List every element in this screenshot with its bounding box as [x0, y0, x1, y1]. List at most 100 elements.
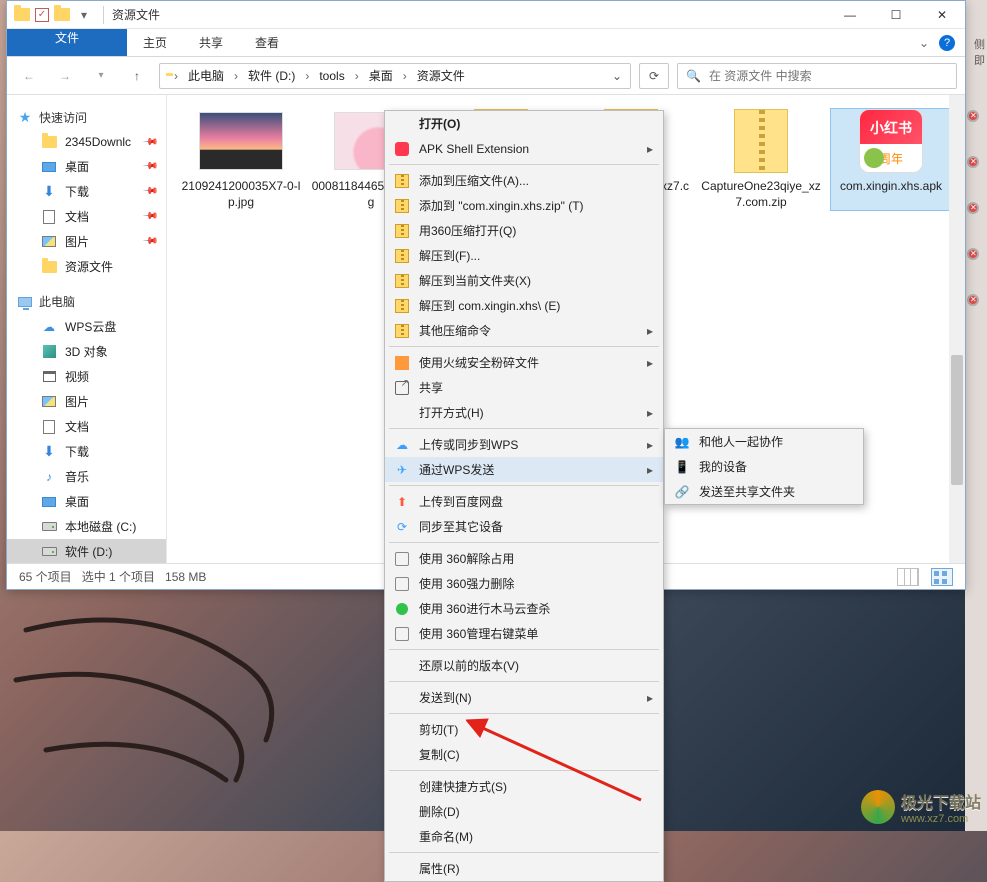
menu-360-manage[interactable]: 使用 360管理右键菜单 [385, 621, 663, 646]
menu-open-with[interactable]: 打开方式(H)▸ [385, 400, 663, 425]
menu-add-zip[interactable]: 添加到压缩文件(A)... [385, 168, 663, 193]
sidebar-item[interactable]: 3D 对象 [7, 339, 166, 364]
menu-label: 共享 [419, 379, 443, 396]
nav-up-button[interactable]: ↑ [123, 62, 151, 90]
menu-360-scan[interactable]: 使用 360进行木马云查杀 [385, 596, 663, 621]
tab-share[interactable]: 共享 [183, 29, 239, 56]
menu-360-release[interactable]: 使用 360解除占用 [385, 546, 663, 571]
menu-separator [389, 649, 659, 650]
breadcrumb[interactable]: › 此电脑 › 软件 (D:) › tools › 桌面 › 资源文件 ⌄ [159, 63, 631, 89]
crumb-dropdown-icon[interactable]: ⌄ [604, 69, 630, 83]
menu-wps-upload[interactable]: ☁上传或同步到WPS▸ [385, 432, 663, 457]
menu-huorong[interactable]: 使用火绒安全粉碎文件▸ [385, 350, 663, 375]
file-item[interactable]: CaptureOne23qiye_xz7.com.zip [701, 109, 821, 210]
scroll-thumb[interactable] [951, 355, 963, 485]
view-icons-button[interactable] [931, 568, 953, 586]
side-dismiss-icon[interactable] [967, 156, 979, 168]
side-dismiss-icon[interactable] [967, 248, 979, 260]
menu-open-360[interactable]: 用360压缩打开(Q) [385, 218, 663, 243]
scrollbar[interactable] [949, 95, 965, 563]
search-box[interactable]: 🔍 [677, 63, 957, 89]
menu-cut[interactable]: 剪切(T) [385, 717, 663, 742]
menu-extract-to[interactable]: 解压到(F)... [385, 243, 663, 268]
sidebar-item[interactable]: 2345Downlc📌 [7, 130, 166, 154]
side-dismiss-icon[interactable] [967, 202, 979, 214]
menu-baidu-upload[interactable]: ⬆上传到百度网盘 [385, 489, 663, 514]
drive-icon [41, 544, 57, 560]
tab-file[interactable]: 文件 [7, 29, 127, 56]
tab-view[interactable]: 查看 [239, 29, 295, 56]
maximize-button[interactable]: ☐ [873, 1, 919, 29]
chevron-right-icon[interactable]: › [172, 69, 180, 83]
menu-extract-folder[interactable]: 解压到 com.xingin.xhs\ (E) [385, 293, 663, 318]
menu-label: 使用 360进行木马云查杀 [419, 600, 550, 617]
view-details-button[interactable] [897, 568, 919, 586]
side-dismiss-icon[interactable] [967, 294, 979, 306]
tab-home[interactable]: 主页 [127, 29, 183, 56]
submenu-collab[interactable]: 👥和他人一起协作 [665, 429, 863, 454]
qat-folder-icon[interactable] [53, 6, 71, 24]
sidebar-quick-access[interactable]: ★ 快速访问 [7, 105, 166, 130]
sidebar-this-pc[interactable]: 此电脑 [7, 289, 166, 314]
menu-share[interactable]: 共享 [385, 375, 663, 400]
menu-label: 和他人一起协作 [699, 433, 783, 450]
menu-other-zip[interactable]: 其他压缩命令▸ [385, 318, 663, 343]
chevron-right-icon[interactable]: › [401, 69, 409, 83]
chevron-right-icon[interactable]: › [232, 69, 240, 83]
sidebar-item[interactable]: ⬇下载📌 [7, 179, 166, 204]
file-item[interactable]: 2109241200035X7-0-lp.jpg [181, 109, 301, 210]
sidebar-item[interactable]: 文档 [7, 414, 166, 439]
qat-checkbox-icon[interactable]: ✓ [35, 8, 49, 22]
side-dismiss-icon[interactable] [967, 110, 979, 122]
watermark-subtext: www.xz7.com [901, 813, 981, 825]
menu-properties[interactable]: 属性(R) [385, 856, 663, 881]
help-icon[interactable]: ? [939, 35, 955, 51]
menu-prev-versions[interactable]: 还原以前的版本(V) [385, 653, 663, 678]
sidebar-item[interactable]: 资源文件 [7, 254, 166, 279]
crumb-current[interactable]: 资源文件 [409, 64, 473, 88]
menu-add-to[interactable]: 添加到 "com.xingin.xhs.zip" (T) [385, 193, 663, 218]
chevron-right-icon[interactable]: › [303, 69, 311, 83]
zip-icon [393, 247, 411, 265]
sidebar-item[interactable]: ☁WPS云盘 [7, 314, 166, 339]
sidebar-item[interactable]: ♪音乐 [7, 464, 166, 489]
crumb-drive[interactable]: 软件 (D:) [240, 64, 303, 88]
crumb-pc[interactable]: 此电脑 [180, 64, 232, 88]
sidebar-item-selected[interactable]: 软件 (D:) [7, 539, 166, 563]
sidebar-item[interactable]: ⬇下载 [7, 439, 166, 464]
sidebar-item[interactable]: 图片📌 [7, 229, 166, 254]
submenu-my-device[interactable]: 📱我的设备 [665, 454, 863, 479]
crumb-tools[interactable]: tools [311, 64, 352, 88]
menu-copy[interactable]: 复制(C) [385, 742, 663, 767]
chevron-right-icon[interactable]: › [353, 69, 361, 83]
nav-forward-button: → [51, 62, 79, 90]
close-button[interactable]: ✕ [919, 1, 965, 29]
menu-360-delete[interactable]: 使用 360强力删除 [385, 571, 663, 596]
nav-pane[interactable]: ★ 快速访问 2345Downlc📌 桌面📌 ⬇下载📌 文档📌 图片📌 资源文件… [7, 95, 167, 563]
submenu-share-folder[interactable]: 🔗发送至共享文件夹 [665, 479, 863, 504]
crumb-desktop[interactable]: 桌面 [361, 64, 401, 88]
file-item-selected[interactable]: 小红书周年com.xingin.xhs.apk [831, 109, 951, 210]
expand-ribbon-icon[interactable]: ⌄ [919, 36, 929, 50]
nav-recent-button[interactable]: ▾ [87, 62, 115, 90]
qat-dropdown-icon[interactable]: ▾ [75, 6, 93, 24]
sidebar-item[interactable]: 桌面📌 [7, 154, 166, 179]
sidebar-item[interactable]: 桌面 [7, 489, 166, 514]
menu-send-to[interactable]: 发送到(N)▸ [385, 685, 663, 710]
sidebar-item[interactable]: 本地磁盘 (C:) [7, 514, 166, 539]
nav-back-button[interactable]: ← [15, 62, 43, 90]
refresh-button[interactable]: ⟳ [639, 63, 669, 89]
minimize-button[interactable]: ― [827, 1, 873, 29]
sidebar-item[interactable]: 图片 [7, 389, 166, 414]
menu-delete[interactable]: 删除(D) [385, 799, 663, 824]
menu-extract-here[interactable]: 解压到当前文件夹(X) [385, 268, 663, 293]
menu-wps-send[interactable]: ✈通过WPS发送▸ [385, 457, 663, 482]
search-input[interactable] [709, 69, 956, 83]
menu-open[interactable]: 打开(O) [385, 111, 663, 136]
sidebar-item[interactable]: 视频 [7, 364, 166, 389]
menu-apk-shell[interactable]: APK Shell Extension▸ [385, 136, 663, 161]
menu-sync-other[interactable]: ⟳同步至其它设备 [385, 514, 663, 539]
sidebar-item[interactable]: 文档📌 [7, 204, 166, 229]
menu-rename[interactable]: 重命名(M) [385, 824, 663, 849]
menu-shortcut[interactable]: 创建快捷方式(S) [385, 774, 663, 799]
